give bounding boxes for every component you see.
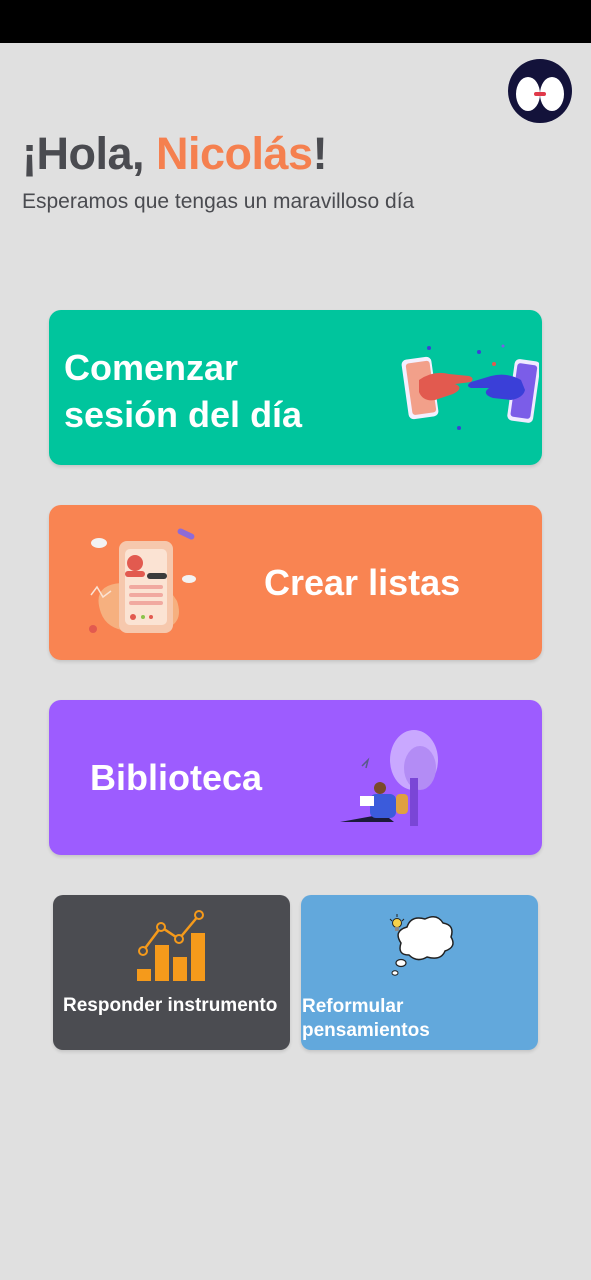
mask-avatar-icon [516,77,564,111]
greeting-prefix: ¡Hola, [22,128,157,179]
start-session-card[interactable]: Comenzar sesión del día [49,310,542,465]
start-session-label-line2: sesión del día [64,394,303,435]
answer-instrument-label: Responder instrumento [63,995,278,1016]
bar-chart-icon [137,910,205,981]
create-lists-card[interactable]: Crear listas [49,505,542,660]
reframe-thoughts-label: Reformular pensamientos [302,995,502,1043]
reframe-thoughts-label-line1: Reformular [302,996,404,1017]
avatar[interactable] [508,59,572,123]
reading-tree-icon [340,730,438,826]
greeting-suffix: ! [312,128,328,179]
library-card[interactable]: Biblioteca [49,700,542,855]
hands-phones-icon [401,344,539,430]
library-label: Biblioteca [90,757,263,798]
thought-cloud-icon [389,914,454,976]
greeting-title: ¡Hola, Nicolás! [22,128,328,180]
user-name: Nicolás [156,128,313,179]
phone-profile-icon [89,528,196,633]
start-session-label: Comenzar sesión del día [64,344,344,438]
reframe-thoughts-card[interactable]: Reformular pensamientos [301,895,538,1050]
status-bar [0,0,591,43]
greeting-subtitle: Esperamos que tengas un maravilloso día [22,190,415,213]
start-session-label-line1: Comenzar [64,347,239,388]
answer-instrument-card[interactable]: Responder instrumento [53,895,290,1050]
create-lists-label: Crear listas [264,562,461,603]
reframe-thoughts-label-line2: pensamientos [302,1020,430,1041]
